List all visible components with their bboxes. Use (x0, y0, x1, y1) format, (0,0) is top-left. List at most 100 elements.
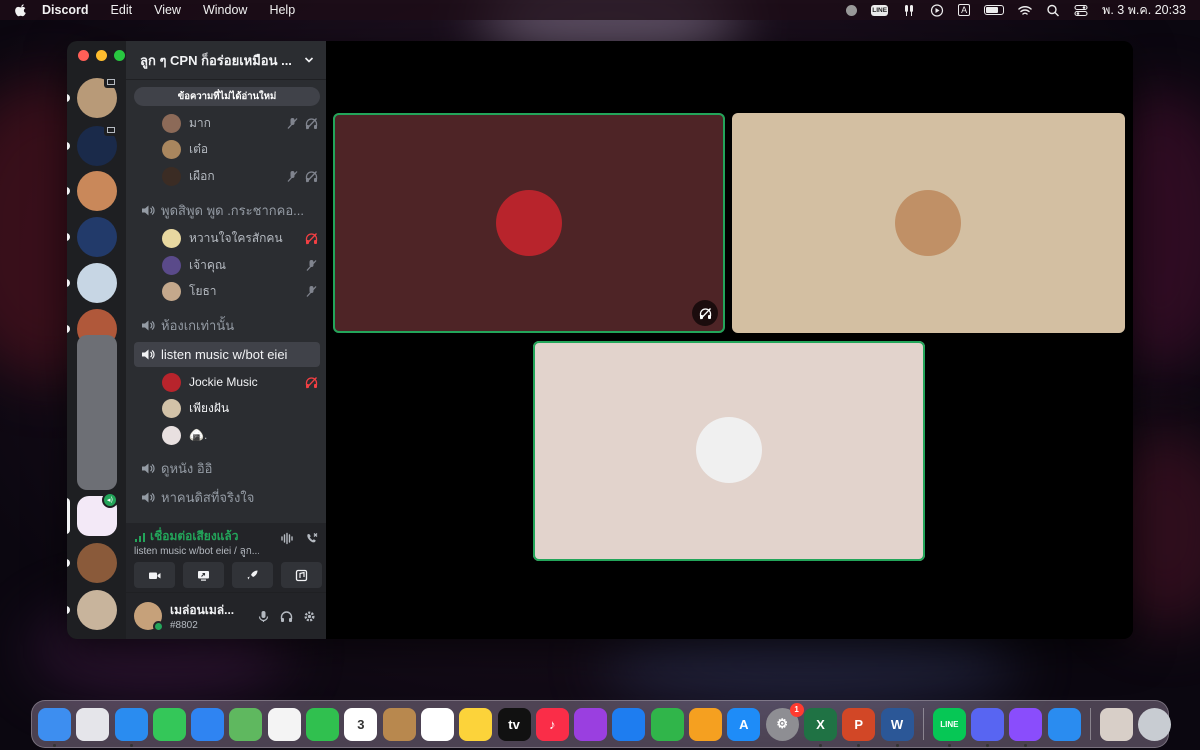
contacts-icon[interactable] (382, 707, 416, 741)
excel-icon[interactable]: X (803, 707, 837, 747)
user-info[interactable]: เมล่อนเมล่... #8802 (170, 601, 257, 631)
voice-user[interactable]: หวานใจใครสักคน (162, 227, 318, 249)
voice-user[interactable]: เพียงฝัน (162, 397, 318, 419)
voice-user[interactable]: เจ้าคุณ (162, 254, 318, 276)
menubar-clock[interactable]: พ. 3 พ.ค. 20:33 (1102, 0, 1186, 20)
voice-channel[interactable]: พูดสิพูด พูด .กระชากคอ... (134, 198, 320, 223)
menu-edit[interactable]: Edit (111, 3, 133, 17)
line-icon[interactable]: LINE (932, 707, 966, 747)
launchpad-icon[interactable] (76, 707, 110, 741)
music-icon[interactable]: ♪ (535, 707, 569, 741)
settings-gear-icon[interactable] (303, 610, 316, 623)
microphone-icon[interactable] (257, 610, 270, 623)
reminders-icon[interactable] (420, 707, 454, 741)
apple-tv-icon[interactable]: tv (497, 707, 531, 741)
calendar-icon[interactable]: 3 (344, 707, 378, 741)
voice-user[interactable]: Jockie Music (162, 371, 318, 393)
fullscreen-window-button[interactable] (114, 50, 125, 61)
messenger-icon[interactable] (1009, 707, 1043, 747)
signal-icon (135, 532, 145, 542)
menu-window[interactable]: Window (203, 3, 247, 17)
dock-separator (1090, 708, 1092, 740)
disconnect-icon[interactable] (305, 532, 318, 545)
facetime-icon[interactable] (306, 707, 340, 741)
tile-jockie-music[interactable] (333, 113, 725, 333)
numbers-icon[interactable] (650, 707, 684, 741)
pages-icon[interactable] (689, 707, 723, 741)
trash-icon[interactable] (1138, 707, 1172, 741)
powerpoint-icon[interactable]: P (842, 707, 876, 747)
unread-messages-banner[interactable]: ข้อความที่ไม่ได้อ่านใหม่ (134, 87, 320, 106)
soundboard-button[interactable] (281, 562, 322, 588)
voice-user-name: มาก (189, 115, 211, 130)
menu-help[interactable]: Help (269, 3, 295, 17)
maps-icon[interactable] (229, 707, 263, 741)
safari-web-app-icon[interactable] (1047, 707, 1081, 741)
voice-user-name: Jockie Music (189, 375, 258, 389)
word-icon[interactable]: W (880, 707, 914, 747)
line-icon[interactable]: LINE (871, 4, 889, 16)
notes-icon[interactable] (459, 707, 493, 741)
voice-user[interactable]: เต๋อ (162, 138, 318, 160)
downloads-stack-icon[interactable] (1100, 707, 1134, 741)
speaker-icon (142, 205, 155, 216)
battery-icon[interactable] (984, 5, 1005, 15)
safari-icon[interactable] (114, 707, 148, 747)
deafened-badge-icon (692, 300, 718, 326)
voice-channel[interactable]: ห้องเกเท่านั้น (134, 313, 320, 338)
server-icon-8[interactable] (77, 543, 117, 583)
tile-capybara[interactable] (732, 113, 1125, 333)
activity-button[interactable] (232, 562, 273, 588)
dock-app-glyph: tv (508, 716, 520, 732)
voice-channel-name: ดูหนัง อิอิ (161, 461, 213, 476)
speaker-icon (142, 463, 155, 474)
voice-channel-name: listen music w/bot eiei (161, 347, 288, 362)
server-icon-5[interactable] (77, 263, 117, 303)
voice-connection-panel: เชื่อมต่อเสียงแล้ว listen music w/bot ei… (126, 523, 326, 593)
system-preferences-icon[interactable]: ⚙ 1 (765, 702, 804, 741)
podcasts-icon[interactable] (574, 707, 608, 741)
noise-suppression-icon[interactable] (280, 532, 293, 545)
voice-user[interactable]: เผือก (162, 165, 318, 187)
control-center-icon[interactable] (1074, 4, 1088, 17)
voice-channel[interactable]: ดูหนัง อิอิ (134, 456, 320, 481)
server-icon-9[interactable] (77, 590, 117, 630)
input-source-icon[interactable]: A (958, 4, 971, 16)
mail-icon[interactable] (191, 707, 225, 741)
voice-channel[interactable]: หาคนดิสที่จริงใจ (134, 485, 320, 510)
messages-icon[interactable] (152, 707, 186, 741)
tile-anime-user[interactable] (533, 341, 925, 561)
photos-icon[interactable] (267, 707, 301, 741)
apple-icon[interactable] (14, 3, 28, 17)
headphones-icon[interactable] (280, 610, 293, 623)
voice-user[interactable]: โยธา (162, 280, 318, 302)
app-store-icon[interactable]: A (727, 707, 761, 741)
record-icon[interactable] (846, 4, 858, 16)
airpods-icon[interactable] (902, 4, 916, 17)
finder-icon[interactable] (38, 707, 71, 747)
voice-user[interactable]: มาก (162, 112, 318, 134)
voice-user[interactable]: 🍙. (162, 424, 318, 446)
user-panel: เมล่อนเมล่... #8802 (126, 593, 326, 639)
server-icon-4[interactable] (77, 217, 117, 257)
guild-header[interactable]: ลูก ๆ CPN ก็อร่อยเหมือน ... (126, 41, 326, 80)
voice-channel[interactable]: listen music w/bot eiei (134, 342, 320, 367)
dock-app-glyph: ⚙ (776, 716, 788, 731)
keynote-icon[interactable] (612, 707, 646, 741)
screen-share-icon (198, 570, 209, 581)
voice-channel-path[interactable]: listen music w/bot eiei / ลูก... (134, 544, 259, 559)
minimize-window-button[interactable] (96, 50, 107, 61)
menu-app-name[interactable]: Discord (42, 3, 89, 17)
wifi-icon[interactable] (1018, 4, 1032, 17)
screen-share-button[interactable] (183, 562, 224, 588)
server-icon-3[interactable] (77, 171, 117, 211)
menu-view[interactable]: View (154, 3, 181, 17)
user-avatar[interactable] (134, 602, 164, 632)
close-window-button[interactable] (78, 50, 89, 61)
discord-icon[interactable] (971, 707, 1005, 747)
camera-button[interactable] (134, 562, 175, 588)
play-icon[interactable] (930, 3, 944, 17)
server-folder[interactable] (77, 335, 117, 490)
server-unread-pill (67, 94, 70, 102)
search-icon[interactable] (1046, 4, 1060, 17)
